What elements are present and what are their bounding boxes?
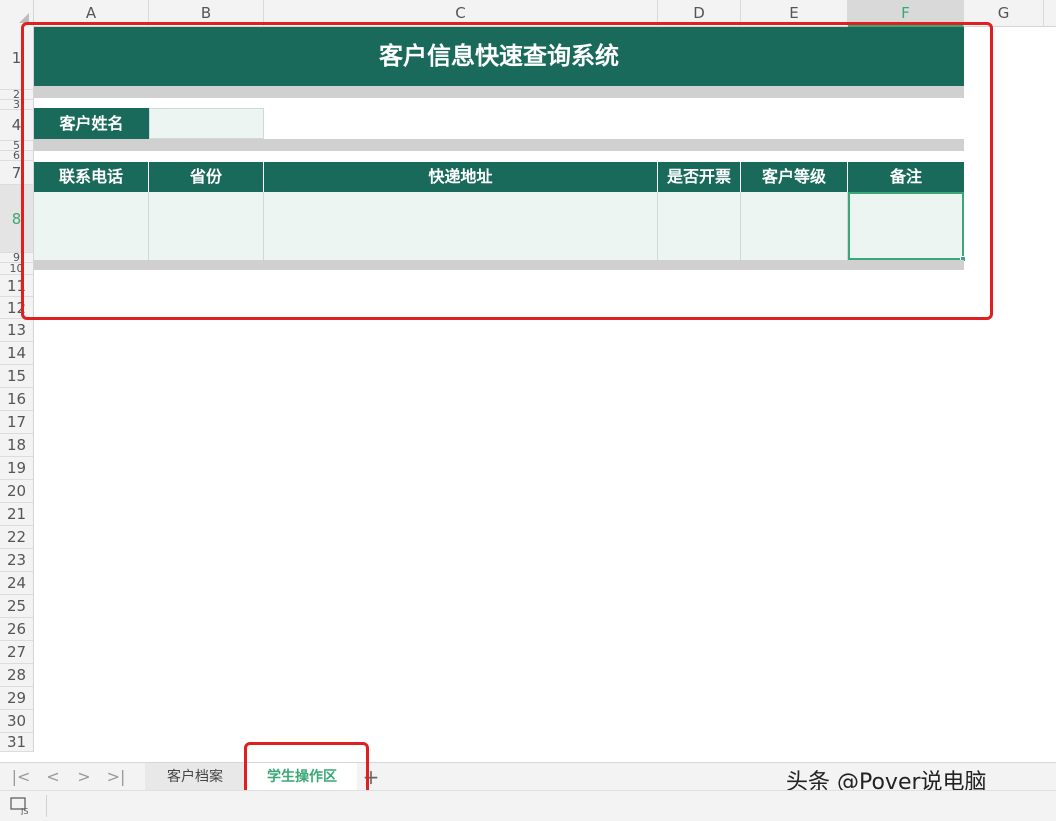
row-header-6[interactable]: 6 <box>0 151 34 161</box>
row-header-15[interactable]: 15 <box>0 365 34 388</box>
next-sheet-icon[interactable]: > <box>73 766 95 788</box>
add-sheet-icon[interactable]: + <box>360 766 382 788</box>
column-header-a[interactable]: A <box>34 0 149 27</box>
table-header-province[interactable]: 省份 <box>149 162 264 192</box>
row-header-20[interactable]: 20 <box>0 480 34 503</box>
separator-row-5 <box>34 139 964 151</box>
cell-level[interactable] <box>741 192 848 260</box>
row-header-11[interactable]: 11 <box>0 275 34 297</box>
table-header-invoice[interactable]: 是否开票 <box>658 162 741 192</box>
status-bar: JS <box>0 790 1056 821</box>
row-header-5[interactable]: 5 <box>0 141 34 151</box>
row-header-31[interactable]: 31 <box>0 733 34 752</box>
row-header-3[interactable]: 3 <box>0 100 34 110</box>
cell-province[interactable] <box>149 192 264 260</box>
tab-customer-archive[interactable]: 客户档案 <box>145 763 245 791</box>
select-all-corner[interactable] <box>0 0 34 27</box>
row-header-25[interactable]: 25 <box>0 595 34 618</box>
column-header-f[interactable]: F <box>848 0 964 27</box>
row-header-17[interactable]: 17 <box>0 411 34 434</box>
row-header-23[interactable]: 23 <box>0 549 34 572</box>
row-header-1[interactable]: 1 <box>0 27 34 90</box>
row-header-28[interactable]: 28 <box>0 664 34 687</box>
table-header-address[interactable]: 快递地址 <box>264 162 658 192</box>
table-header-phone[interactable]: 联系电话 <box>34 162 149 192</box>
first-sheet-icon[interactable]: |< <box>10 766 32 788</box>
customer-name-label[interactable]: 客户姓名 <box>34 108 149 139</box>
table-header-notes[interactable]: 备注 <box>848 162 964 192</box>
column-header-g[interactable]: G <box>964 0 1044 27</box>
status-divider <box>46 795 47 817</box>
separator-row-9 <box>34 260 964 270</box>
cell-phone[interactable] <box>34 192 149 260</box>
row-header-12[interactable]: 12 <box>0 297 34 319</box>
cell-address[interactable] <box>264 192 658 260</box>
cell-invoice[interactable] <box>658 192 741 260</box>
row-header-9[interactable]: 9 <box>0 253 34 263</box>
row-header-16[interactable]: 16 <box>0 388 34 411</box>
tab-student-operation[interactable]: 学生操作区 <box>247 763 357 791</box>
row-header-18[interactable]: 18 <box>0 434 34 457</box>
sheet-title[interactable]: 客户信息快速查询系统 <box>34 27 964 86</box>
customer-name-input[interactable] <box>149 108 264 139</box>
last-sheet-icon[interactable]: >| <box>105 766 127 788</box>
column-header-c[interactable]: C <box>264 0 658 27</box>
row-header-13[interactable]: 13 <box>0 319 34 342</box>
row-header-29[interactable]: 29 <box>0 687 34 710</box>
row-header-19[interactable]: 19 <box>0 457 34 480</box>
row-header-2[interactable]: 2 <box>0 90 34 100</box>
row-header-8[interactable]: 8 <box>0 185 34 253</box>
row-header-22[interactable]: 22 <box>0 526 34 549</box>
column-header-b[interactable]: B <box>149 0 264 27</box>
row-header-26[interactable]: 26 <box>0 618 34 641</box>
column-header-d[interactable]: D <box>658 0 741 27</box>
prev-sheet-icon[interactable]: < <box>42 766 64 788</box>
column-header-e[interactable]: E <box>741 0 848 27</box>
select-all-triangle-icon <box>19 13 29 23</box>
row-header-24[interactable]: 24 <box>0 572 34 595</box>
row-header-14[interactable]: 14 <box>0 342 34 365</box>
cell-notes-selected[interactable] <box>848 192 966 262</box>
row-header-10[interactable]: 10 <box>0 263 34 275</box>
column-header-bar: A B C D E F G <box>0 0 1056 27</box>
row-header-27[interactable]: 27 <box>0 641 34 664</box>
macro-js-icon[interactable]: JS <box>10 797 32 816</box>
row-header-7[interactable]: 7 <box>0 161 34 185</box>
row-header-30[interactable]: 30 <box>0 710 34 733</box>
separator-row-2 <box>34 86 964 98</box>
svg-text:JS: JS <box>20 807 28 815</box>
row-header-4[interactable]: 4 <box>0 110 34 141</box>
table-header-level[interactable]: 客户等级 <box>741 162 848 192</box>
row-header-21[interactable]: 21 <box>0 503 34 526</box>
